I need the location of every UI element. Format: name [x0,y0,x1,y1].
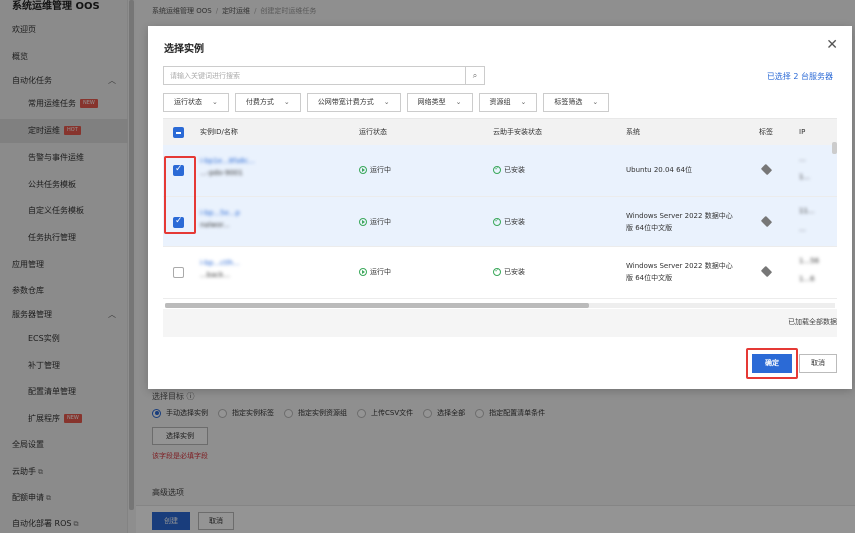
table-row[interactable]: i-bp...ctlh... ...back... 运行中 已安装 Window… [163,247,837,299]
instance-table: 实例ID/名称 运行状态 云助手安装状态 系统 标签 IP i-bp1e...8… [163,118,837,338]
ip-address: 1... [799,173,811,181]
ip-address: 1...56 [799,257,820,265]
os-name-line2: 版 64位中文版 [626,274,673,282]
column-header: 系统 [626,128,640,136]
running-status-icon [359,166,367,174]
search-icon[interactable]: ⌕ [465,67,484,84]
tag-icon[interactable] [760,265,773,278]
search-box: ⌕ [163,66,485,85]
instance-name: ...back... [200,271,230,279]
agent-status: 已安装 [493,267,525,277]
filter-billing[interactable]: 付费方式 ⌄ [234,93,301,112]
os-name: Windows Server 2022 数据中心 [626,212,733,220]
installed-check-icon [493,165,501,174]
chevron-down-icon: ⌄ [383,98,390,106]
tag-icon[interactable] [760,163,773,176]
search-input[interactable] [164,67,464,84]
column-header: 标签 [759,128,773,136]
scrollbar-thumb[interactable] [165,303,589,308]
filter-bar: 运行状态 ⌄ 付费方式 ⌄ 公网带宽计费方式 ⌄ 网络类型 ⌄ 资源组 ⌄ 标签筛选 ⌄ [163,93,615,112]
running-status-icon [359,268,367,276]
dialog-cancel-button[interactable]: 取消 [799,354,837,373]
column-header: 实例ID/名称 [200,128,238,136]
filter-tags[interactable]: 标签筛选 ⌄ [543,93,610,112]
instance-name: nalwor... [200,221,230,229]
checkbox-highlight-box [164,156,196,234]
filter-resource-group[interactable]: 资源组 ⌄ [478,93,538,112]
filter-run-status[interactable]: 运行状态 ⌄ [163,93,229,112]
table-footer [163,309,837,337]
ip-address: ... [799,225,806,233]
instance-id-link[interactable]: i-bp...ctlh... [200,259,240,267]
filter-label: 资源组 [489,98,511,106]
select-all-checkbox[interactable] [173,127,184,138]
column-header: 云助手安装状态 [493,128,542,136]
filter-label: 运行状态 [174,98,202,106]
running-status-icon [359,218,367,226]
run-status: 运行中 [359,217,391,227]
vertical-scrollbar[interactable] [832,142,837,154]
run-status: 运行中 [359,165,391,175]
filter-label: 网络类型 [417,98,446,106]
chevron-down-icon: ⌄ [212,98,218,106]
instance-name: ...-pdo-9001 [200,169,243,177]
table-row[interactable]: i-bp1e...8fa8c... ...-pdo-9001 运行中 已安装 U… [163,145,837,197]
ip-address: 1...6 [799,275,815,283]
tag-icon[interactable] [760,215,773,228]
filter-label: 标签筛选 [554,98,583,106]
filter-network-type[interactable]: 网络类型 ⌄ [406,93,473,112]
row-checkbox[interactable] [173,267,184,278]
installed-check-icon [493,217,501,226]
run-status: 运行中 [359,267,391,277]
dialog-title: 选择实例 [164,44,204,55]
chevron-down-icon: ⌄ [520,98,527,106]
instance-id-link[interactable]: i-bp...5e...p [200,209,240,217]
instance-id-link[interactable]: i-bp1e...8fa8c... [200,157,255,165]
agent-status: 已安装 [493,165,525,175]
filter-bandwidth-billing[interactable]: 公网带宽计费方式 ⌄ [306,93,401,112]
horizontal-scrollbar[interactable] [165,303,835,308]
installed-check-icon [493,267,501,276]
select-instance-dialog: 选择实例 ✕ ⌕ 已选择 2 台服务器 运行状态 ⌄ 付费方式 ⌄ 公网带宽计费方式… [148,26,852,389]
chevron-down-icon: ⌄ [592,98,599,106]
column-header: IP [799,128,806,136]
ip-address: ... [799,155,806,163]
filter-label: 付费方式 [245,98,274,106]
chevron-down-icon: ⌄ [283,98,290,106]
loaded-all-text: 已加载全部数据 [788,318,837,326]
os-name: Windows Server 2022 数据中心 [626,262,733,270]
os-name-line2: 版 64位中文版 [626,224,673,232]
table-header: 实例ID/名称 运行状态 云助手安装状态 系统 标签 IP [163,119,837,145]
table-row[interactable]: i-bp...5e...p nalwor... 运行中 已安装 Windows … [163,197,837,247]
column-header: 运行状态 [359,128,387,136]
confirm-highlight-box [746,348,798,379]
selected-count-link[interactable]: 已选择 2 台服务器 [767,71,833,82]
close-icon[interactable]: ✕ [826,38,838,52]
os-name: Ubuntu 20.04 64位 [626,166,693,174]
ip-address: 11... [799,207,815,215]
agent-status: 已安装 [493,217,525,227]
chevron-down-icon: ⌄ [455,98,462,106]
filter-label: 公网带宽计费方式 [317,98,374,106]
